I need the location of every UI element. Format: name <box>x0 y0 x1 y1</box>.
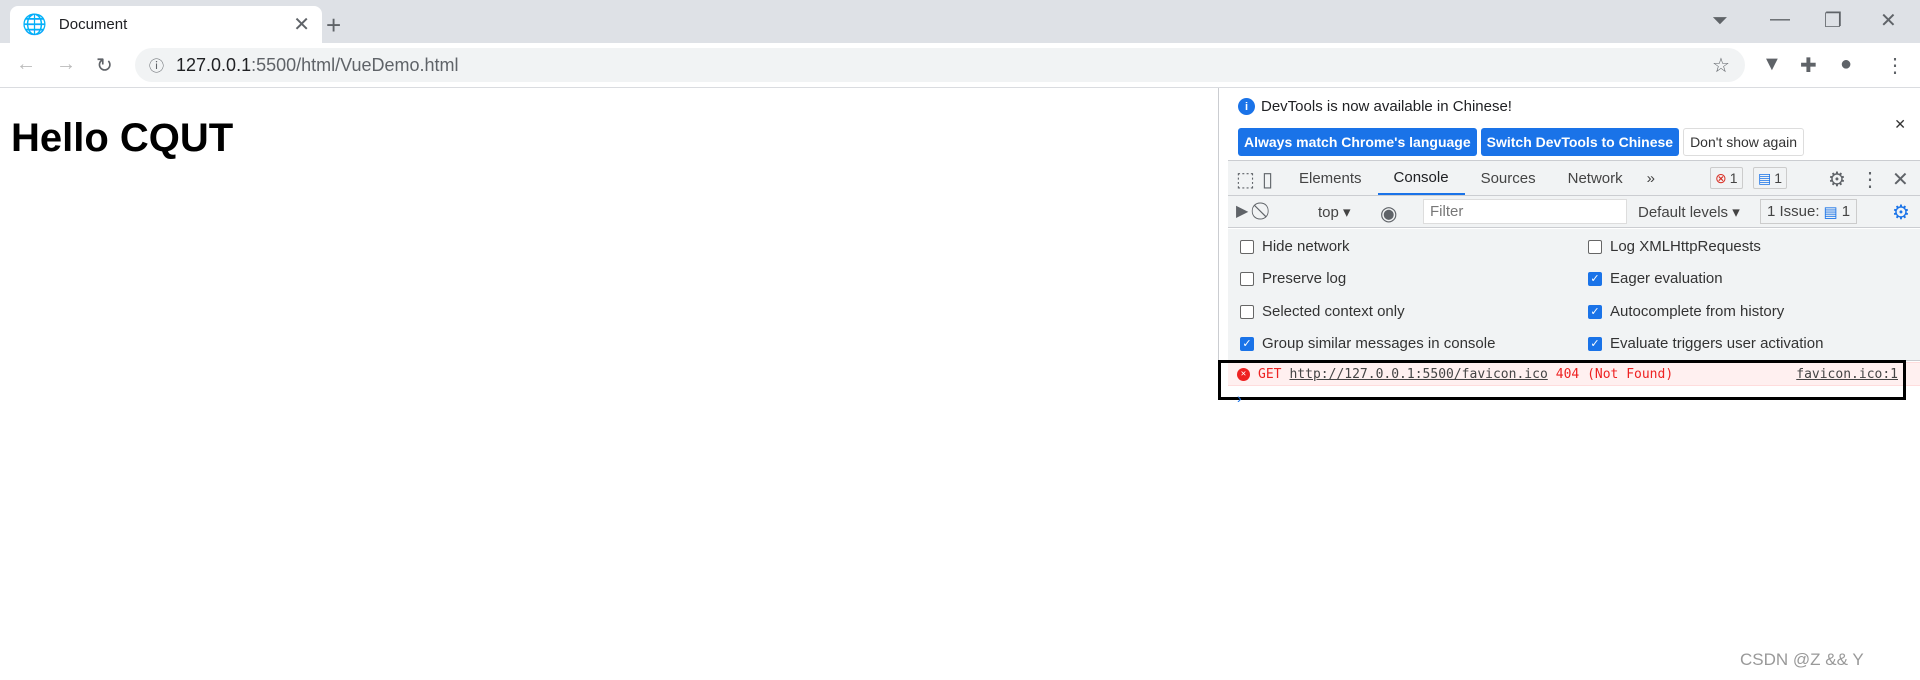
tab-elements[interactable]: Elements <box>1283 170 1378 187</box>
context-selector[interactable]: top ▾ <box>1318 203 1351 221</box>
close-devtools-icon[interactable]: ✕ <box>1892 167 1909 192</box>
menu-icon[interactable]: ⋮ <box>1885 53 1905 78</box>
checkbox-eager-evaluation[interactable]: ✓ Eager evaluation <box>1588 270 1723 287</box>
checkbox-autocomplete-history[interactable]: ✓ Autocomplete from history <box>1588 303 1784 320</box>
checkbox-label: Eager evaluation <box>1610 270 1723 287</box>
restore-button[interactable]: ❐ <box>1824 8 1842 33</box>
checkbox-preserve-log[interactable]: Preserve log <box>1240 270 1346 287</box>
tab-network[interactable]: Network <box>1552 170 1639 187</box>
checkbox[interactable] <box>1240 239 1254 254</box>
checkbox[interactable]: ✓ <box>1588 304 1602 319</box>
tab-search-icon[interactable]: ⏷ <box>1712 10 1728 33</box>
info-icon: i <box>1238 98 1255 115</box>
checkbox-label: Hide network <box>1262 238 1350 255</box>
bookmark-star-icon[interactable]: ☆ <box>1712 53 1730 78</box>
settings-gear-icon[interactable]: ⚙ <box>1828 167 1846 192</box>
context-label: top <box>1318 204 1339 221</box>
issues-label: 1 Issue: <box>1767 203 1820 220</box>
reload-button[interactable]: ↻ <box>96 53 113 78</box>
more-options-icon[interactable]: ⋮ <box>1860 167 1880 192</box>
checkbox-label: Evaluate triggers user activation <box>1610 335 1824 352</box>
error-count: 1 <box>1729 170 1738 186</box>
checkbox-label: Preserve log <box>1262 270 1347 287</box>
tab-sources[interactable]: Sources <box>1465 170 1552 187</box>
infobar-message: DevTools is now available in Chinese! <box>1261 98 1512 115</box>
error-icon: ⊗ <box>1715 169 1727 186</box>
checkbox[interactable]: ✓ <box>1588 271 1602 286</box>
console-toolbar: ▶ ⃠ top ▾ ◉ Filter Default levels ▾ 1 Is… <box>1228 196 1920 228</box>
always-match-language-button[interactable]: Always match Chrome's language <box>1238 128 1477 156</box>
back-button[interactable]: ← <box>16 53 36 76</box>
info-icon[interactable]: ⓘ <box>149 55 164 76</box>
watermark: CSDN @Z && Y <box>1740 650 1864 669</box>
globe-icon: 🌐 <box>22 14 47 36</box>
close-window-button[interactable]: ✕ <box>1880 8 1897 33</box>
checkbox[interactable]: ✓ <box>1240 336 1254 351</box>
message-count-badge[interactable]: ▤ 1 <box>1753 167 1788 189</box>
log-levels-dropdown[interactable]: Default levels ▾ <box>1638 203 1740 221</box>
checkbox[interactable] <box>1588 239 1602 254</box>
log-levels-label: Default levels <box>1638 204 1729 221</box>
checkbox[interactable] <box>1240 271 1254 286</box>
checkbox-group-similar[interactable]: ✓ Group similar messages in console <box>1240 335 1495 352</box>
issues-button[interactable]: 1 Issue: ▤ 1 <box>1760 199 1858 224</box>
sidebar-toggle-icon[interactable]: ▶ <box>1236 201 1248 221</box>
devtools-tabbar: ⬚ ▯ Elements Console Sources Network » ⊗… <box>1228 160 1920 196</box>
browser-tab[interactable]: 🌐 Document ✕ <box>10 6 322 43</box>
issue-icon: ▤ <box>1823 203 1838 221</box>
more-tabs-icon[interactable]: » <box>1639 170 1663 187</box>
url-host: 127.0.0.1 <box>176 54 252 75</box>
checkbox-label: Selected context only <box>1262 303 1405 320</box>
tab-title: Document <box>58 16 128 33</box>
message-icon: ▤ <box>1758 169 1772 186</box>
close-tab-icon[interactable]: ✕ <box>293 12 310 37</box>
minimize-button[interactable]: — <box>1770 8 1790 31</box>
checkbox[interactable]: ✓ <box>1588 336 1602 351</box>
forward-button[interactable]: → <box>56 53 76 76</box>
new-tab-button[interactable]: + <box>326 10 341 41</box>
tab-console[interactable]: Console <box>1377 161 1465 195</box>
extensions-icon[interactable]: ✚ <box>1800 53 1817 78</box>
checkbox-label: Group similar messages in console <box>1262 335 1496 352</box>
url-path: :5500/html/VueDemo.html <box>251 54 459 75</box>
console-settings-pane: Hide network Log XMLHttpRequests Preserv… <box>1228 229 1920 361</box>
filter-input[interactable]: Filter <box>1423 199 1627 224</box>
vue-devtools-icon[interactable]: ▼ <box>1762 53 1782 76</box>
checkbox-label: Log XMLHttpRequests <box>1610 238 1761 255</box>
checkbox[interactable] <box>1240 304 1254 319</box>
checkbox-label: Autocomplete from history <box>1610 303 1785 320</box>
close-infobar-icon[interactable]: ✕ <box>1894 116 1906 133</box>
inspect-element-icon[interactable]: ⬚ <box>1236 167 1255 192</box>
dont-show-again-button[interactable]: Don't show again <box>1683 128 1805 156</box>
address-bar[interactable]: ⓘ 127.0.0.1:5500/html/VueDemo.html <box>135 48 1745 82</box>
language-infobar: i DevTools is now available in Chinese! … <box>1228 92 1920 159</box>
console-prompt-icon[interactable]: › <box>1237 390 1242 406</box>
live-expression-eye-icon[interactable]: ◉ <box>1380 201 1397 226</box>
profile-avatar[interactable]: ● <box>1840 53 1852 76</box>
error-count-badge[interactable]: ⊗ 1 <box>1710 167 1743 189</box>
checkbox-selected-context[interactable]: Selected context only <box>1240 303 1405 320</box>
switch-to-chinese-button[interactable]: Switch DevTools to Chinese <box>1480 128 1680 156</box>
console-settings-gear-icon[interactable]: ⚙ <box>1892 200 1910 225</box>
highlight-box <box>1218 360 1906 400</box>
issues-count: 1 <box>1841 203 1851 220</box>
checkbox-hide-network[interactable]: Hide network <box>1240 238 1350 255</box>
message-count: 1 <box>1774 170 1783 186</box>
device-toolbar-icon[interactable]: ▯ <box>1262 167 1273 192</box>
checkbox-log-xhr[interactable]: Log XMLHttpRequests <box>1588 238 1761 255</box>
checkbox-evaluate-triggers[interactable]: ✓ Evaluate triggers user activation <box>1588 335 1823 352</box>
page-heading: Hello CQUT <box>11 116 234 160</box>
